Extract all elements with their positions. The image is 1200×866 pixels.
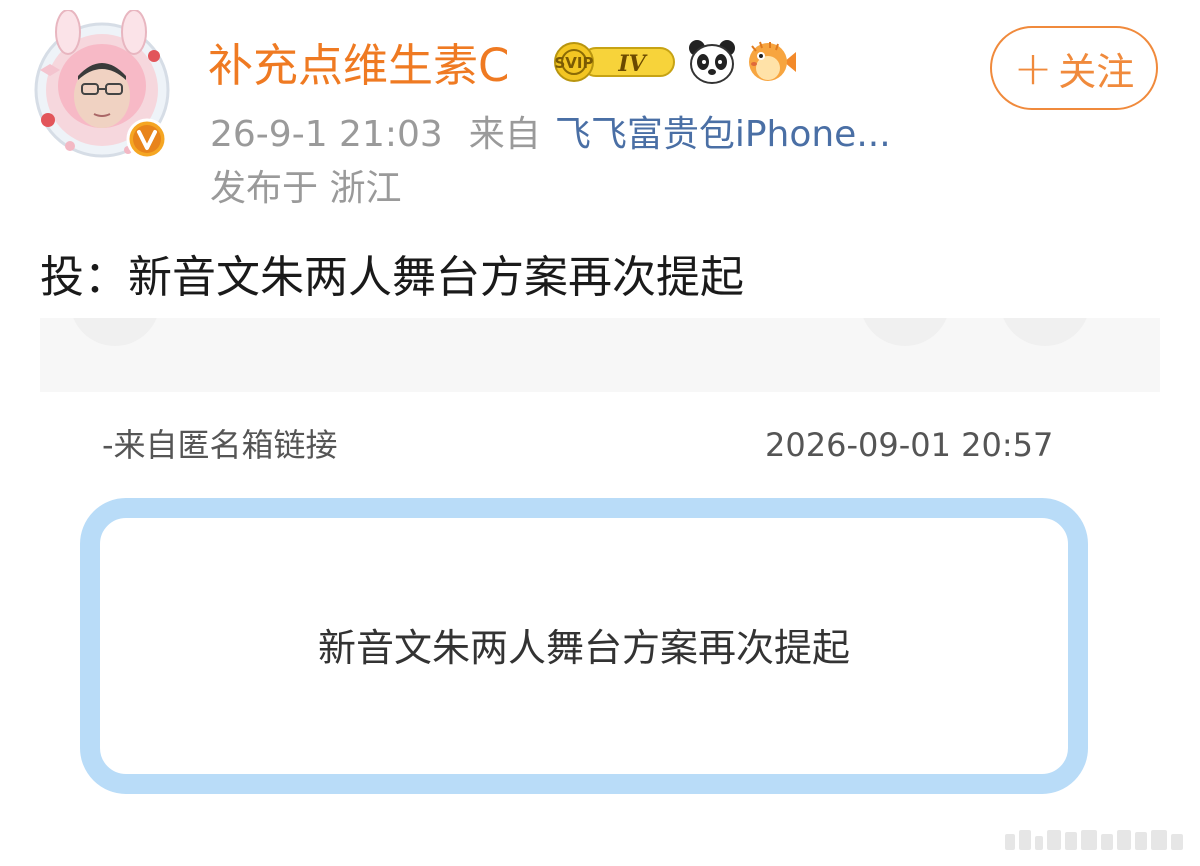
svg-text:SVIP: SVIP	[555, 54, 594, 72]
decorative-circle	[1000, 318, 1090, 346]
panda-emoji-icon	[687, 38, 737, 90]
post-body-text: 投：新音文朱两人舞台方案再次提起	[40, 252, 744, 303]
author-username[interactable]: 补充点维生素C	[208, 36, 509, 96]
source-device-link[interactable]: 飞飞富贵包iPhone...	[555, 114, 891, 155]
level-badge-text: IV	[617, 51, 647, 77]
anonymous-message-text: 新音文朱两人舞台方案再次提起	[317, 625, 850, 670]
post-location: 发布于 浙江	[210, 168, 402, 209]
decorative-circle	[860, 318, 950, 346]
verified-v-icon	[126, 118, 168, 160]
source-prefix: 来自	[468, 114, 541, 155]
anonymous-source-caption: -来自匿名箱链接	[102, 426, 338, 464]
watermark-logo-icon	[1005, 826, 1190, 860]
image-banner-strip	[40, 318, 1160, 392]
post-timestamp: 26-9-1 21:03	[210, 114, 443, 155]
anonymous-message-card[interactable]: 新音文朱两人舞台方案再次提起	[80, 498, 1088, 794]
puffer-fish-emoji-icon	[746, 38, 798, 90]
post-meta: 26-9-1 21:03 来自 飞飞富贵包iPhone...	[210, 110, 891, 160]
anonymous-time-caption: 2026-09-01 20:57	[765, 426, 1054, 464]
user-level-badge: SVIP IV	[552, 42, 678, 86]
decorative-circle	[70, 318, 160, 346]
plus-icon: +	[1013, 41, 1053, 95]
follow-button[interactable]: + 关注	[990, 26, 1158, 110]
follow-button-label: 关注	[1058, 49, 1135, 94]
